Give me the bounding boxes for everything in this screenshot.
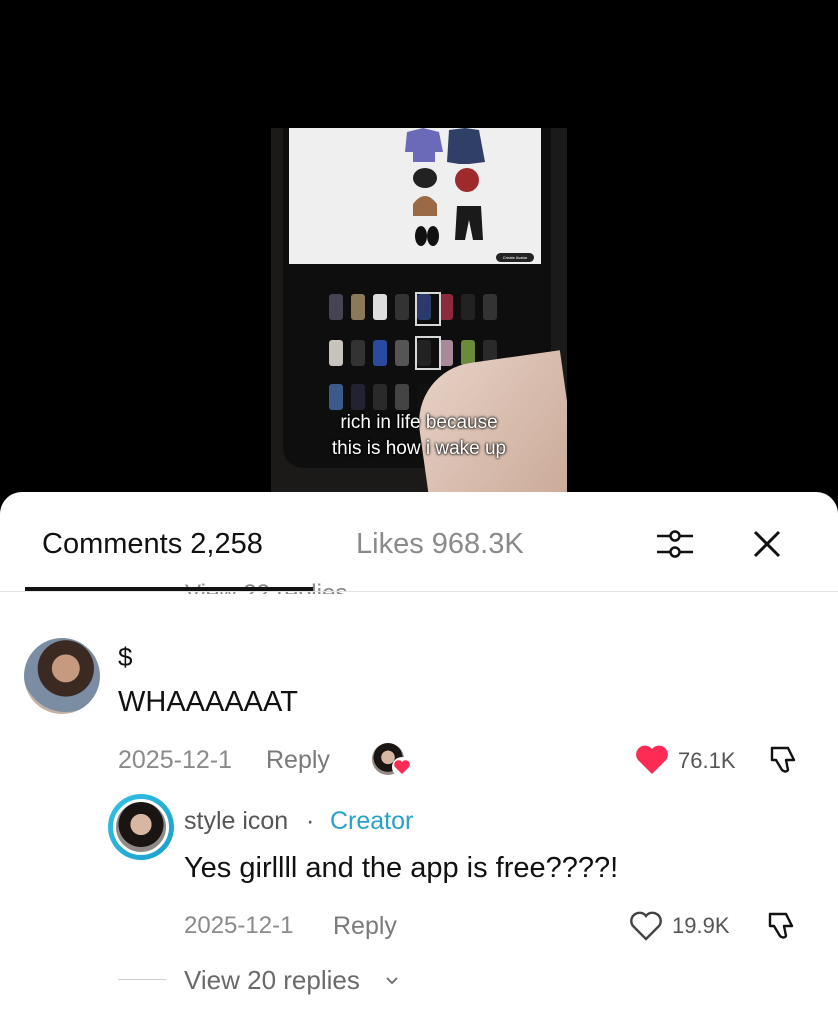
like-count: 76.1K — [678, 748, 736, 773]
heart-icon[interactable] — [634, 744, 670, 776]
selected-top — [415, 336, 441, 370]
video-player[interactable]: Create Avatar rich in life because this … — [0, 0, 838, 500]
reply-username[interactable]: style icon — [184, 807, 288, 836]
avatar[interactable] — [113, 799, 169, 855]
comment-date: 2025-12-1 — [118, 746, 232, 774]
comment-text: WHAAAAAAT — [118, 686, 298, 718]
chevron-down-icon[interactable] — [384, 972, 400, 988]
tab-likes[interactable]: Likes 968.3K — [356, 528, 524, 561]
video-frame: Create Avatar rich in life because this … — [271, 128, 567, 500]
creator-liked-badge — [392, 757, 412, 777]
heart-outline-icon[interactable] — [628, 910, 664, 942]
filter-sliders-icon[interactable] — [655, 526, 695, 562]
close-icon[interactable] — [749, 526, 785, 562]
comments-sheet: Comments 2,258 Likes 968.3K View 22 repl… — [0, 492, 838, 1024]
creator-badge: Creator — [330, 807, 414, 835]
caption-line-1: rich in life because — [340, 412, 498, 433]
selected-outerwear — [415, 292, 441, 326]
outfit-preview — [289, 128, 541, 264]
caption-line-2: this is how i wake up — [331, 438, 507, 459]
reply-date: 2025-12-1 — [184, 912, 294, 939]
dislike-icon[interactable] — [766, 910, 798, 942]
tab-divider — [0, 591, 838, 592]
tab-comments[interactable]: Comments 2,258 — [42, 528, 263, 561]
comment-username[interactable]: $ — [118, 642, 132, 673]
outfit-items-illustration — [405, 128, 485, 246]
view-replies-button[interactable]: View 20 replies — [184, 965, 360, 996]
avatar[interactable] — [24, 638, 100, 714]
reply-text: Yes girllll and the app is free????! — [184, 852, 619, 884]
create-avatar-button: Create Avatar — [496, 253, 534, 262]
divider-line — [118, 979, 166, 980]
separator-dot: · — [306, 807, 315, 835]
reply-button[interactable]: Reply — [333, 912, 397, 941]
heart-icon — [394, 760, 410, 774]
reply-button[interactable]: Reply — [266, 746, 330, 775]
like-count: 19.9K — [672, 913, 730, 938]
dislike-icon[interactable] — [768, 744, 800, 776]
